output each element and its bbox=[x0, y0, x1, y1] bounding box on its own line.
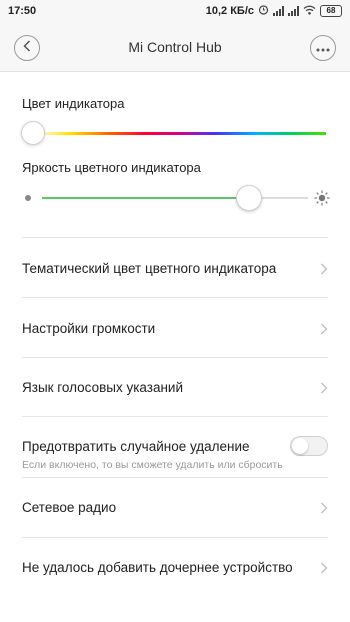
menu-item-label: Сетевое радио bbox=[22, 500, 117, 515]
menu-item-label: Язык голосовых указаний bbox=[22, 380, 184, 395]
menu-item-description: Если включено, то вы сможете удалить или… bbox=[22, 459, 283, 471]
app-header: Mi Control Hub bbox=[0, 24, 350, 72]
menu-item-volume[interactable]: Настройки громкости bbox=[0, 298, 350, 357]
brightness-high-icon bbox=[314, 190, 330, 206]
chevron-right-icon bbox=[320, 501, 328, 514]
page-title: Mi Control Hub bbox=[128, 39, 222, 55]
status-time: 17:50 bbox=[8, 5, 37, 17]
menu-item-theme-color[interactable]: Тематический цвет цветного индикатора bbox=[0, 238, 350, 297]
color-slider-track[interactable] bbox=[34, 132, 326, 135]
signal-icon-1 bbox=[273, 6, 284, 16]
indicator-color-label: Цвет индикатора bbox=[22, 96, 125, 111]
more-dots-icon bbox=[316, 39, 330, 57]
menu-item-label: Предотвратить случайное удаление bbox=[22, 439, 250, 454]
menu-item-label: Не удалось добавить дочернее устройство bbox=[22, 560, 293, 575]
brightness-slider-fill bbox=[42, 197, 250, 199]
menu-item-voice-language[interactable]: Язык голосовых указаний bbox=[0, 358, 350, 417]
wifi-icon bbox=[303, 5, 316, 18]
brightness-slider-track[interactable] bbox=[42, 197, 308, 199]
chevron-right-icon bbox=[320, 262, 328, 275]
brightness-slider-thumb[interactable] bbox=[236, 185, 263, 211]
network-speed: 10,2 КБ/с bbox=[205, 5, 254, 17]
chevron-right-icon bbox=[320, 381, 328, 394]
prevent-delete-toggle[interactable] bbox=[290, 436, 328, 456]
toggle-knob bbox=[292, 438, 308, 454]
chevron-right-icon bbox=[320, 322, 328, 335]
menu-item-label: Настройки громкости bbox=[22, 321, 156, 336]
alarm-icon bbox=[258, 4, 269, 18]
status-icons: 10,2 КБ/с 68 bbox=[206, 4, 342, 18]
menu-item-prevent-delete[interactable]: Предотвратить случайное удаление Если вк… bbox=[0, 417, 350, 477]
more-button[interactable] bbox=[310, 35, 336, 61]
color-slider-thumb[interactable] bbox=[21, 121, 45, 145]
signal-icon-2 bbox=[288, 6, 299, 16]
menu-item-network-radio[interactable]: Сетевое радио bbox=[0, 478, 350, 537]
menu-item-label: Тематический цвет цветного индикатора bbox=[22, 261, 277, 276]
battery-icon: 68 bbox=[320, 5, 342, 17]
menu-item-child-device[interactable]: Не удалось добавить дочернее устройство bbox=[0, 538, 350, 597]
status-bar: 17:50 10,2 КБ/с 68 bbox=[0, 0, 350, 24]
chevron-right-icon bbox=[320, 561, 328, 574]
brightness-low-icon bbox=[25, 195, 31, 201]
brightness-label: Яркость цветного индикатора bbox=[22, 160, 201, 175]
